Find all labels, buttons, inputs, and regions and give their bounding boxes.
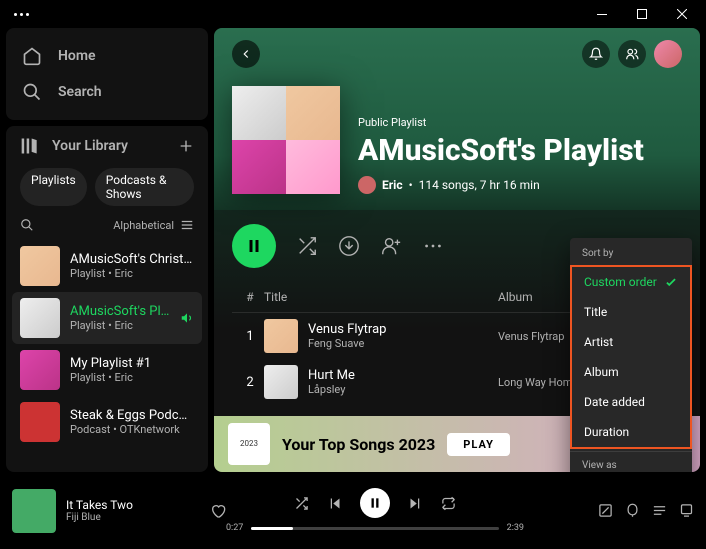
library-item-sub: Playlist • Eric	[70, 267, 194, 280]
library-search-icon[interactable]	[20, 218, 34, 232]
search-icon	[22, 82, 42, 102]
next-button[interactable]	[408, 496, 423, 511]
library-item-name: AMusicSoft's Play...	[70, 304, 170, 319]
nav-home-label: Home	[58, 48, 96, 64]
track-artist[interactable]: Feng Suave	[308, 337, 386, 350]
track-number: 2	[236, 375, 264, 390]
sort-option-artist[interactable]: Artist	[572, 327, 690, 357]
chevron-left-icon	[239, 47, 253, 61]
library-item-sub: Playlist • Eric	[70, 319, 170, 332]
chip-playlists[interactable]: Playlists	[20, 168, 87, 206]
shuffle-button[interactable]	[294, 496, 309, 511]
sort-menu: Sort by Custom order Title Artist Album …	[570, 238, 692, 472]
sort-option-duration[interactable]: Duration	[572, 417, 690, 447]
library-title: Your Library	[52, 138, 128, 154]
progress-slider[interactable]	[251, 527, 498, 530]
library-item[interactable]: AMusicSoft's Play...Playlist • Eric	[12, 292, 202, 344]
library-item[interactable]: My Playlist #1Playlist • Eric	[12, 344, 202, 396]
track-name: Hurt Me	[308, 368, 355, 383]
elapsed-time: 0:27	[226, 523, 243, 533]
total-time: 2:39	[507, 523, 524, 533]
playlist-art	[20, 350, 60, 390]
speaker-icon	[180, 311, 194, 325]
titlebar	[0, 0, 706, 28]
playlist-stats: 114 songs, 7 hr 16 min	[419, 178, 540, 192]
column-number: #	[236, 290, 264, 304]
back-button[interactable]	[232, 40, 260, 68]
library-item-name: My Playlist #1	[70, 356, 194, 371]
library-item[interactable]: AMusicSoft's Christmas...Playlist • Eric	[12, 240, 202, 292]
banner-title: Your Top Songs 2023	[282, 435, 435, 454]
track-number: 1	[236, 329, 264, 344]
playlist-meta: Eric • 114 songs, 7 hr 16 min	[358, 176, 682, 194]
play-button[interactable]	[232, 224, 276, 268]
track-art	[264, 319, 298, 353]
friends-button[interactable]	[618, 40, 646, 68]
add-icon[interactable]	[178, 138, 194, 154]
podcast-art	[20, 402, 60, 442]
pause-icon	[368, 496, 382, 510]
now-playing-view-icon[interactable]	[598, 503, 613, 518]
library-item-name: AMusicSoft's Christmas...	[70, 252, 194, 267]
download-icon[interactable]	[338, 235, 360, 257]
user-avatar[interactable]	[654, 40, 682, 68]
now-playing-title[interactable]: It Takes Two	[66, 498, 200, 512]
library-item-sub: Playlist • Eric	[70, 371, 194, 384]
playlist-cover	[232, 86, 340, 194]
nav-search[interactable]: Search	[20, 74, 194, 110]
playlist-type-label: Public Playlist	[358, 116, 682, 129]
playlist-art	[20, 298, 60, 338]
minimize-button[interactable]	[582, 0, 622, 28]
home-icon	[22, 46, 42, 66]
pause-icon	[245, 237, 263, 255]
banner-art: 2023	[228, 423, 270, 465]
library-item-name: Steak & Eggs Podcast	[70, 408, 194, 423]
queue-icon[interactable]	[652, 503, 667, 518]
repeat-button[interactable]	[441, 496, 456, 511]
list-icon	[180, 218, 194, 232]
check-icon	[664, 275, 678, 289]
invite-icon[interactable]	[380, 235, 402, 257]
previous-button[interactable]	[327, 496, 342, 511]
library-item[interactable]: Steak & Eggs PodcastPodcast • OTKnetwork	[12, 396, 202, 448]
maximize-button[interactable]	[622, 0, 662, 28]
playlist-art	[20, 246, 60, 286]
banner-play-button[interactable]: PLAY	[447, 433, 510, 456]
notifications-button[interactable]	[582, 40, 610, 68]
now-playing-art[interactable]	[12, 489, 56, 533]
nav-home[interactable]: Home	[20, 38, 194, 74]
sort-by-header: Sort by	[570, 242, 692, 265]
library-sort-label: Alphabetical	[113, 219, 174, 232]
like-icon[interactable]	[210, 503, 226, 519]
sort-option-title[interactable]: Title	[572, 297, 690, 327]
now-playing-artist[interactable]: Fiji Blue	[66, 512, 200, 523]
track-name: Venus Flytrap	[308, 322, 386, 337]
library-sort-button[interactable]: Alphabetical	[113, 218, 194, 232]
devices-icon[interactable]	[679, 503, 694, 518]
owner-avatar	[358, 176, 376, 194]
library-icon	[20, 136, 40, 156]
owner-name[interactable]: Eric	[382, 178, 403, 192]
view-as-header: View as	[570, 454, 692, 472]
chip-podcasts[interactable]: Podcasts & Shows	[95, 168, 194, 206]
track-artist[interactable]: Låpsley	[308, 383, 355, 396]
sort-option-album[interactable]: Album	[572, 357, 690, 387]
sort-option-custom[interactable]: Custom order	[572, 267, 690, 297]
play-pause-button[interactable]	[360, 488, 390, 518]
sort-option-date[interactable]: Date added	[572, 387, 690, 417]
shuffle-icon[interactable]	[296, 235, 318, 257]
track-art	[264, 365, 298, 399]
nav-search-label: Search	[58, 84, 102, 100]
playlist-title: AMusicSoft's Playlist	[358, 133, 682, 168]
bell-icon	[589, 47, 603, 61]
more-icon[interactable]	[422, 235, 444, 257]
lyrics-icon[interactable]	[625, 503, 640, 518]
app-menu-icon[interactable]	[4, 13, 29, 16]
people-icon	[625, 47, 639, 61]
column-title[interactable]: Title	[264, 290, 498, 304]
close-button[interactable]	[662, 0, 702, 28]
library-toggle[interactable]: Your Library	[20, 136, 128, 156]
library-item-sub: Podcast • OTKnetwork	[70, 423, 194, 436]
